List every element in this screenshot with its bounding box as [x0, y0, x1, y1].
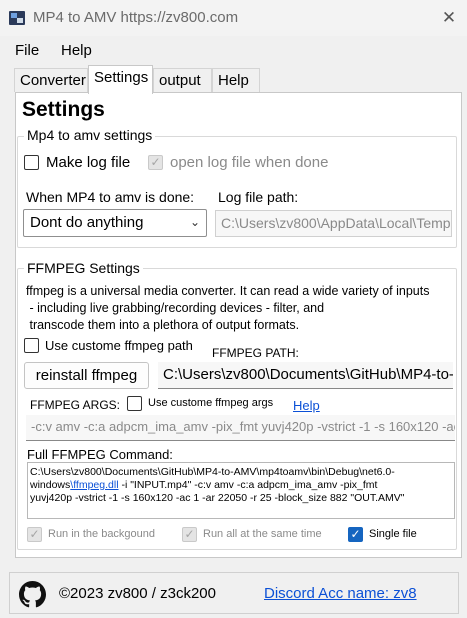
full-command-label: Full FFMPEG Command:: [27, 447, 173, 462]
full-command-box[interactable]: C:\Users\zv800\Documents\GitHub\MP4-to-A…: [27, 462, 455, 519]
use-custom-ffmpeg-checkbox[interactable]: [24, 338, 39, 353]
menu-bar: File Help: [0, 37, 467, 63]
run-all-label: Run all at the same time: [203, 528, 322, 540]
tab-output[interactable]: output: [153, 68, 212, 92]
title-bar[interactable]: MP4 to AMV https://zv800.com ✕: [0, 0, 467, 36]
when-done-select[interactable]: Dont do anything ⌄: [23, 209, 207, 237]
full-command-line2: windows\ffmpeg.dll -i "INPUT.mp4" -c:v a…: [30, 479, 378, 491]
chevron-down-icon: ⌄: [189, 215, 200, 229]
when-done-value: Dont do anything: [30, 214, 144, 231]
open-log-label: open log file when done: [170, 154, 329, 171]
make-log-checkbox[interactable]: [24, 155, 39, 170]
tab-settings[interactable]: Settings: [88, 65, 153, 94]
run-background-label: Run in the backgound: [48, 528, 156, 540]
close-button[interactable]: ✕: [436, 5, 462, 31]
run-all-checkbox[interactable]: ✓: [182, 527, 197, 542]
tab-converter[interactable]: Converter: [14, 68, 88, 92]
footer: ©2023 zv800 / z3ck200 Discord Acc name: …: [9, 572, 459, 614]
open-log-checkbox[interactable]: ✓: [148, 155, 163, 170]
window-title: MP4 to AMV https://zv800.com: [33, 9, 239, 26]
menu-help[interactable]: Help: [61, 42, 92, 59]
ffmpeg-settings-legend: FFMPEG Settings: [24, 260, 143, 276]
copyright-text: ©2023 zv800 / z3ck200: [59, 585, 216, 602]
use-custom-args-label: Use custome ffmpeg args: [148, 397, 274, 409]
single-file-checkbox[interactable]: ✓: [348, 527, 363, 542]
full-command-line3: yuvj420p -vstrict -1 -s 160x120 -ac 1 -a…: [30, 492, 405, 504]
mp4-settings-legend: Mp4 to amv settings: [24, 127, 156, 143]
when-done-label: When MP4 to amv is done:: [26, 189, 195, 205]
make-log-label: Make log file: [46, 154, 131, 171]
use-custom-args-checkbox[interactable]: [127, 396, 142, 411]
ffmpeg-path-field[interactable]: C:\Users\zv800\Documents\GitHub\MP4-to-A…: [158, 362, 453, 389]
ffmpeg-path-label: FFMPEG PATH:: [212, 346, 299, 360]
single-file-label: Single file: [369, 528, 417, 540]
ffmpeg-dll-link[interactable]: \ffmpeg.dll: [70, 479, 118, 491]
page-title: Settings: [22, 98, 105, 121]
ffmpeg-args-label: FFMPEG ARGS:: [30, 398, 121, 412]
tab-help[interactable]: Help: [212, 68, 260, 92]
full-command-line1: C:\Users\zv800\Documents\GitHub\MP4-to-A…: [30, 466, 395, 478]
args-help-link[interactable]: Help: [293, 398, 320, 413]
use-custom-ffmpeg-label: Use custome ffmpeg path: [45, 338, 193, 353]
film-icon: [9, 11, 25, 25]
ffmpeg-description-line2: - including live grabbing/recording devi…: [26, 301, 325, 315]
reinstall-ffmpeg-button[interactable]: reinstall ffmpeg: [24, 362, 149, 389]
ffmpeg-description-line3: transcode them into a plethora of output…: [26, 318, 300, 332]
log-path-field[interactable]: C:\Users\zv800\AppData\Local\Temp: [215, 210, 452, 237]
menu-file[interactable]: File: [15, 42, 39, 59]
ffmpeg-description-line1: ffmpeg is a universal media converter. I…: [26, 284, 430, 298]
run-background-checkbox[interactable]: ✓: [27, 527, 42, 542]
ffmpeg-args-field[interactable]: -c:v amv -c:a adpcm_ima_amv -pix_fmt yuv…: [26, 415, 455, 441]
log-path-label: Log file path:: [218, 189, 299, 205]
discord-link[interactable]: Discord Acc name: zv8: [264, 585, 417, 602]
github-icon[interactable]: [19, 581, 46, 608]
